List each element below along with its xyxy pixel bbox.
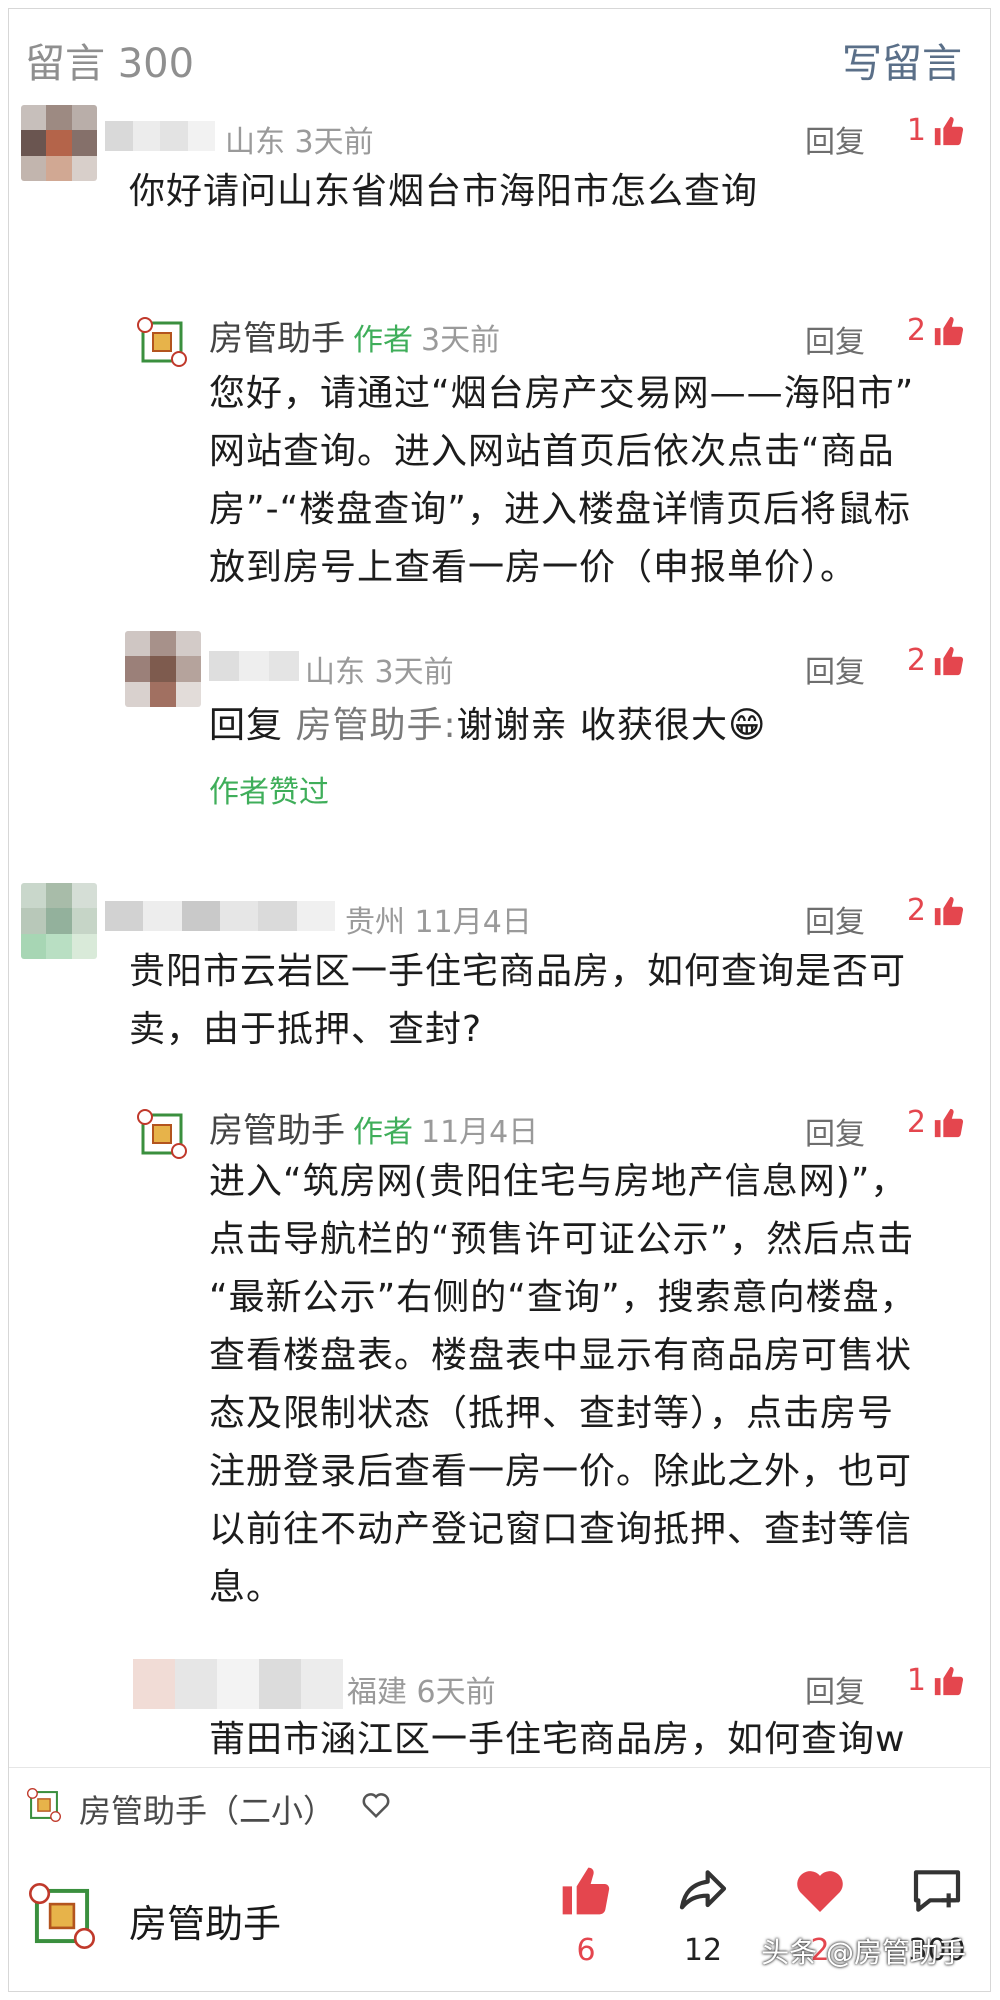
like-count: 2 (906, 313, 926, 348)
text-line: 息。 (209, 1567, 284, 1608)
text-line: 注册登录后查看一房一价。除此之外，也可 (209, 1451, 913, 1492)
comment-time: 11月4日 (421, 1115, 539, 1150)
text-line: 查看楼盘表。楼盘表中显示有商品房可售状 (209, 1335, 913, 1376)
like-count: 2 (906, 1105, 926, 1140)
blurred-username (105, 901, 335, 931)
avatar[interactable] (21, 105, 97, 181)
logo-icon (137, 1109, 187, 1159)
logo-icon (27, 1788, 61, 1822)
comment-add-icon (913, 1870, 961, 1912)
logo-icon (137, 317, 187, 367)
write-comment-button[interactable]: 写留言 (842, 31, 962, 89)
reply-button[interactable]: 回复 (805, 117, 865, 161)
reply-button[interactable]: 回复 (805, 647, 865, 691)
thumbs-up-icon (934, 1666, 964, 1695)
reply-button[interactable]: 回复 (805, 317, 865, 361)
blurred-username (209, 651, 299, 681)
comment-meta: 贵州 11月4日 (345, 905, 532, 940)
share-count: 12 (683, 1933, 723, 1968)
comment-text: 回复 房管助手:谢谢亲 收获很大😁 (209, 697, 767, 755)
author-name[interactable]: 房管助手 (209, 1111, 345, 1151)
comment-meta: 房管助手 作者 11月4日 (209, 1103, 538, 1152)
text-line: 以前往不动产登记窗口查询抵押、查封等信 (209, 1509, 913, 1550)
thumbs-up-icon (934, 646, 964, 675)
author-liked-label: 作者赞过 (209, 775, 329, 810)
heart-outline-icon[interactable] (361, 1790, 391, 1820)
text-line: 贵阳市云岩区一手住宅商品房，如何查询是否可 (129, 951, 907, 992)
like-button[interactable]: 2 (907, 893, 966, 928)
like-button[interactable]: 1 (907, 113, 966, 148)
text-line: “最新公示”右侧的“查询”，搜索意向楼盘， (209, 1277, 917, 1318)
comment-text: 贵阳市云岩区一手住宅商品房，如何查询是否可 卖，由于抵押、查封? (129, 943, 906, 1059)
avatar[interactable] (21, 883, 97, 959)
account-avatar-logo-icon[interactable] (29, 1883, 95, 1949)
comment-text: 进入“筑房网(贵阳住宅与房地产信息网)”， 点击导航栏的“预售许可证公示”，然后… (209, 1153, 917, 1617)
like-count: 1 (906, 1663, 926, 1698)
like-button[interactable]: 2 (907, 1105, 966, 1140)
text-line: 卖，由于抵押、查封? (129, 1009, 483, 1050)
share-icon (679, 1870, 727, 1910)
comment-meta: 福建 6天前 (347, 1675, 496, 1710)
like-button[interactable]: 2 (907, 313, 966, 348)
author-badge: 作者 (353, 1115, 413, 1150)
reply-prefix: 回复 (209, 705, 284, 746)
thumbs-up-icon (934, 316, 964, 345)
article-like-button[interactable]: 6 (551, 1863, 621, 1968)
comment-text: 你好请问山东省烟台市海阳市怎么查询 (129, 171, 759, 212)
comment-meta: 山东 3天前 (305, 655, 454, 690)
thumbs-up-icon (934, 896, 964, 925)
author-badge: 作者 (353, 323, 413, 358)
avatar[interactable] (125, 631, 201, 707)
comment-text: 您好，请通过“烟台房产交易网——海阳市” 网站查询。进入网站首页后依次点击“商品… (209, 365, 914, 597)
comment-text: 莆田市涵江区一手住宅商品房，如何查询w (209, 1719, 906, 1760)
account-name[interactable]: 房管助手 (129, 1893, 281, 1948)
share-button[interactable]: 12 (668, 1863, 738, 1968)
article-bar: 房管助手（二小） (9, 1767, 990, 1844)
comment-meta: 山东 3天前 (225, 125, 374, 160)
like-count: 2 (906, 643, 926, 678)
text-line: 放到房号上查看一房一价（申报单价）。 (209, 547, 858, 588)
article-like-count: 6 (576, 1933, 596, 1968)
reply-button[interactable]: 回复 (805, 1109, 865, 1153)
text-line: 进入“筑房网(贵阳住宅与房地产信息网)”， (209, 1161, 908, 1202)
reply-target[interactable]: 房管助手: (295, 705, 456, 746)
action-bar: 房管助手 6 12 2 300 头条 @房管助手 (9, 1843, 990, 1991)
thumbs-up-icon (934, 116, 964, 145)
like-count: 2 (906, 893, 926, 928)
comment-count-title: 留言 300 (25, 41, 195, 87)
reply-content: 谢谢亲 收获很大😁 (456, 705, 767, 746)
text-line: 态及限制状态（抵押、查封等），点击房号 (209, 1393, 895, 1434)
heart-icon (797, 1871, 843, 1912)
thumbs-up-icon (934, 1108, 964, 1137)
article-title[interactable]: 房管助手（二小） (79, 1786, 335, 1832)
reply-button[interactable]: 回复 (805, 1667, 865, 1711)
text-line: 网站查询。进入网站首页后依次点击“商品 (209, 431, 895, 472)
reply-button[interactable]: 回复 (805, 897, 865, 941)
thumbs-up-icon (562, 1867, 610, 1915)
like-button[interactable]: 2 (907, 643, 966, 678)
like-button[interactable]: 1 (907, 1663, 966, 1698)
author-name[interactable]: 房管助手 (209, 319, 345, 359)
watermark: 头条 @房管助手 (761, 1936, 966, 1969)
text-line: 您好，请通过“烟台房产交易网——海阳市” (209, 373, 915, 414)
comment-meta: 房管助手 作者 3天前 (209, 311, 500, 360)
comments-panel: 留言 300 写留言 山东 3天前 回复 1 你好请问山东省烟台市海阳市怎么查询… (8, 8, 991, 1992)
comment-time: 3天前 (421, 323, 501, 358)
comments-header: 留言 300 写留言 (9, 9, 990, 119)
blurred-username (105, 121, 215, 151)
text-line: 点击导航栏的“预售许可证公示”，然后点击 (209, 1219, 915, 1260)
blurred-avatar-username[interactable] (133, 1659, 343, 1709)
like-count: 1 (906, 113, 926, 148)
text-line: 房”-“楼盘查询”，进入楼盘详情页后将鼠标 (209, 489, 911, 530)
